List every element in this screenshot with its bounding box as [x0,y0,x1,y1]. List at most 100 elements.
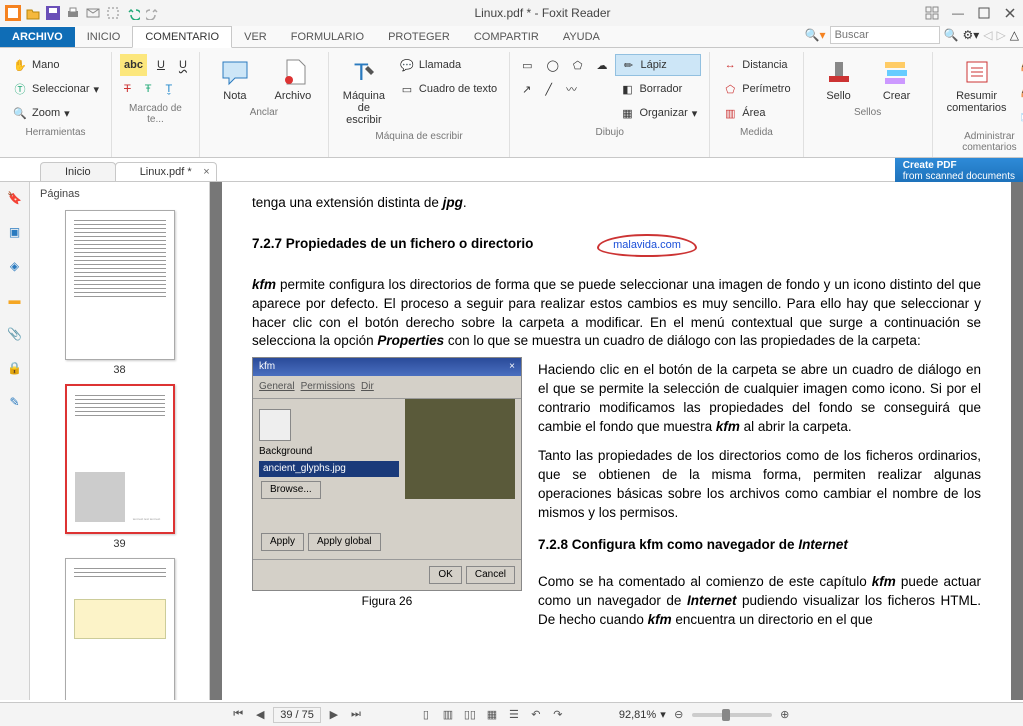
create-stamp-tool[interactable]: Crear [870,54,924,104]
kfm-browse: Browse... [261,481,321,499]
signatures-icon[interactable]: ✎ [5,392,25,412]
typewriter-tool[interactable]: TMáquina de escribir [337,54,391,128]
zoom-slider[interactable] [692,713,772,717]
doctab-start[interactable]: Inicio [40,162,116,181]
bookmarks-icon[interactable]: 🔖 [5,188,25,208]
redo-icon[interactable] [144,4,162,22]
file-attach-tool[interactable]: Archivo [266,54,320,104]
select-tool[interactable]: ⓉSeleccionar▾ [8,78,103,100]
pencil-tool[interactable]: ✏Lápiz [615,54,701,76]
rect-tool[interactable]: ▭ [518,54,536,76]
fdf-icon[interactable]: 📧 [1017,106,1023,128]
replace-tool[interactable]: Ŧ [141,78,156,100]
stamp-tool[interactable]: Sello [812,54,866,104]
group-typewriter-label: Máquina de escribir [337,128,501,144]
cloud-tool[interactable]: ☁ [592,54,611,76]
thumb-38[interactable]: 38 [34,210,205,376]
polygon-tool[interactable]: ⬠ [569,54,587,76]
view-single-icon[interactable]: ▯ [417,707,435,723]
hand-tool[interactable]: ✋Mano [8,54,103,76]
promo-line2: from scanned documents [903,171,1015,182]
nav-prev-icon[interactable]: ◁ [983,28,992,42]
oval-tool[interactable]: ◯ [543,54,563,76]
window-title: Linux.pdf * - Foxit Reader [162,6,923,20]
search-input[interactable] [830,26,940,44]
note-tool[interactable]: Nota [208,54,262,104]
organize-tool[interactable]: ▦Organizar▾ [615,102,701,124]
area-tool[interactable]: ▥Área [718,102,794,124]
view-continuous-facing-icon[interactable]: ▦ [483,707,501,723]
textbox-tool[interactable]: ▭Cuadro de texto [395,78,501,100]
strikeout-tool[interactable]: T [120,78,135,100]
view-continuous-icon[interactable]: ▥ [439,707,457,723]
kfm2: kfm [716,419,740,434]
pages-icon[interactable]: ▣ [5,222,25,242]
line-tool[interactable]: ╱ [541,78,556,100]
tab-form[interactable]: FORMULARIO [279,27,376,47]
tab-view[interactable]: VER [232,27,279,47]
arrow-tool[interactable]: ↗ [518,78,535,100]
tab-file[interactable]: ARCHIVO [0,27,75,47]
doctab-linux[interactable]: Linux.pdf *× [115,162,217,181]
attachments-icon[interactable]: 📎 [5,324,25,344]
view-reflow-icon[interactable]: ☰ [505,707,523,723]
tab-help[interactable]: AYUDA [551,27,612,47]
first-page-icon[interactable]: ⏮ [229,707,247,723]
collapse-ribbon-icon[interactable]: △ [1010,28,1019,42]
rotate-right-icon[interactable]: ↷ [549,707,567,723]
view-facing-icon[interactable]: ▯▯ [461,707,479,723]
underline-tool[interactable]: U [153,54,169,76]
group-tools-label: Herramientas [8,124,103,140]
zoom-in-icon[interactable]: ⊕ [776,707,794,723]
find-icon[interactable]: 🔍▾ [805,28,826,42]
tab-protect[interactable]: PROTEGER [376,27,462,47]
search-area: 🔍▾ 🔍 ⚙▾ ◁ ▷ △ [805,26,1019,44]
undo-icon[interactable] [124,4,142,22]
import-comments-icon[interactable]: 📥 [1017,54,1023,76]
thumb-39[interactable]: text text text text text 39 [34,384,205,550]
export-comments-icon[interactable]: 📤 [1017,80,1023,102]
zoom-label: Zoom [32,107,60,119]
app-icon[interactable] [4,4,22,22]
last-page-icon[interactable]: ⏭ [347,707,365,723]
nav-next-icon[interactable]: ▷ [997,28,1006,42]
zoom-tool[interactable]: 🔍Zoom▾ [8,102,103,124]
document-view[interactable]: tenga una extensión distinta de jpg. 7.2… [210,182,1023,700]
tab-share[interactable]: COMPARTIR [462,27,551,47]
save-icon[interactable] [44,4,62,22]
rotate-left-icon[interactable]: ↶ [527,707,545,723]
annotation[interactable]: malavida.com [597,234,697,257]
perimeter-tool[interactable]: ⬠Perímetro [718,78,794,100]
search-icon[interactable]: 🔍 [944,28,959,42]
squiggly-tool[interactable]: U [175,54,191,76]
thumb-40[interactable]: 40 [34,558,205,700]
para1c: con lo que se muestra un cuadro de diálo… [444,333,921,348]
security-icon[interactable]: 🔒 [5,358,25,378]
comments-icon[interactable]: ▬ [5,290,25,310]
tab-home[interactable]: INICIO [75,27,133,47]
close-icon[interactable] [1001,4,1019,22]
print-icon[interactable] [64,4,82,22]
page-number[interactable]: 39 / 75 [273,707,321,723]
next-page-icon[interactable]: ▶ [325,707,343,723]
insert-tool[interactable]: T̬ [161,78,176,100]
tab-comment[interactable]: COMENTARIO [132,26,232,48]
ribbon-toggle-icon[interactable] [923,4,941,22]
eraser-tool[interactable]: ◧Borrador [615,78,701,100]
distance-tool[interactable]: ↔Distancia [718,54,794,76]
summarize-tool[interactable]: Resumir comentarios [941,54,1013,128]
settings-icon[interactable]: ⚙▾ [963,28,980,42]
open-icon[interactable] [24,4,42,22]
mail-icon[interactable] [84,4,102,22]
callout-tool[interactable]: 💬Llamada [395,54,501,76]
maximize-icon[interactable] [975,4,993,22]
minimize-icon[interactable]: — [949,4,967,22]
zoom-out-icon[interactable]: ⊖ [670,707,688,723]
prev-page-icon[interactable]: ◀ [251,707,269,723]
polyline-tool[interactable]: 〰 [562,78,581,100]
highlight-tool[interactable]: abc [120,54,147,76]
promo-banner[interactable]: Create PDFfrom scanned documents [895,158,1023,184]
snapshot-icon[interactable] [104,4,122,22]
layers-icon[interactable]: ◈ [5,256,25,276]
doctab-close-icon[interactable]: × [203,166,209,178]
